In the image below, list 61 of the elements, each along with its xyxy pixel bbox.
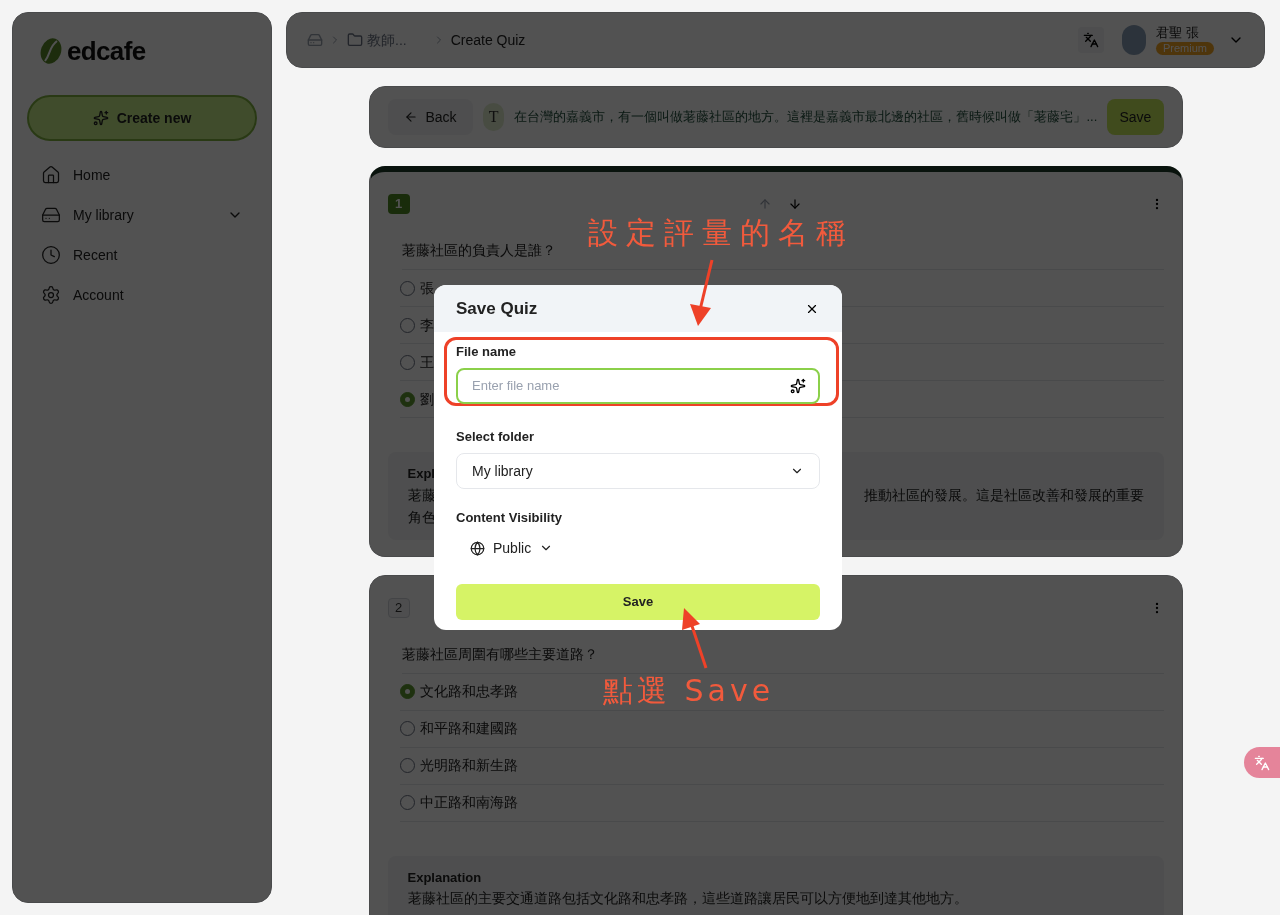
nav-item[interactable]: Recent xyxy=(27,235,257,275)
radio-button[interactable] xyxy=(399,354,415,370)
radio-button[interactable] xyxy=(399,684,415,699)
nav-item[interactable]: Account xyxy=(27,275,257,315)
explanation-title: Expl xyxy=(407,465,435,483)
field-label: Select folder xyxy=(456,427,536,446)
sparkle-icon[interactable] xyxy=(790,377,806,394)
folder-select[interactable]: My library xyxy=(456,453,820,489)
dialog-title: Save Quiz xyxy=(456,297,539,320)
settings-icon xyxy=(41,285,61,305)
radio-button[interactable] xyxy=(399,758,415,773)
option-label: 劉 xyxy=(419,389,434,409)
breadcrumb-current: Create Quiz xyxy=(450,30,526,50)
radio-button[interactable] xyxy=(399,795,415,810)
floating-translate-button[interactable] xyxy=(1244,747,1280,778)
create-new-button[interactable]: Create new xyxy=(27,95,257,141)
nav-item[interactable]: My library xyxy=(27,195,257,235)
question-number: 2 xyxy=(387,597,410,618)
radio-button[interactable] xyxy=(399,317,415,333)
plan-badge: Premium xyxy=(1156,41,1214,55)
clock-icon xyxy=(41,245,61,265)
translate-icon xyxy=(1254,754,1270,771)
translate-button[interactable] xyxy=(1078,27,1104,53)
radio-button[interactable] xyxy=(399,391,415,407)
back-button[interactable]: Back xyxy=(387,99,473,135)
drive-icon xyxy=(41,205,61,225)
save-button[interactable]: Save xyxy=(1107,99,1164,135)
option-label: 張 xyxy=(419,278,434,298)
annotation-text: 點選 Save xyxy=(603,672,775,710)
dialog-save-button[interactable]: Save xyxy=(456,583,820,620)
file-name-field[interactable]: Enter file name xyxy=(456,367,820,404)
globe-icon xyxy=(470,540,485,556)
logo-text: edcafe xyxy=(67,38,146,64)
coffee-bean-icon xyxy=(39,37,63,65)
field-label: Content Visibility xyxy=(456,509,563,527)
explanation-text: 荖藤社區的主要交通道路包括文化路和忠孝路，這些道路讓居民可以方便地到達其他地方。 xyxy=(407,889,968,908)
sparkle-icon xyxy=(92,110,109,126)
nav-item[interactable]: Home xyxy=(27,155,257,195)
question-number: 1 xyxy=(387,194,410,214)
explanation-text: 荖藤 xyxy=(407,485,436,505)
option-label: 和平路和建國路 xyxy=(419,719,518,738)
explanation-text: 推動社區的發展。這是社區改善和發展的重要 xyxy=(863,485,1144,505)
field-label: File name xyxy=(456,343,517,361)
radio-button[interactable] xyxy=(399,721,415,736)
translate-icon xyxy=(1083,32,1099,48)
explanation-text: 角色 xyxy=(407,507,436,527)
explanation-title: Explanation xyxy=(407,868,482,887)
source-badge: T xyxy=(482,103,505,131)
option-label: 文化路和忠孝路 xyxy=(419,682,518,701)
option-label: 光明路和新生路 xyxy=(419,756,518,775)
home-icon xyxy=(41,165,61,185)
user-name: 君聖 張 xyxy=(1156,25,1199,39)
option-label: 中正路和南海路 xyxy=(419,793,518,812)
avatar xyxy=(1122,25,1146,55)
option-label: 王 xyxy=(419,352,434,372)
question-text: 荖藤社區周圍有哪些主要道路？ xyxy=(401,643,1164,674)
radio-button[interactable] xyxy=(399,280,415,296)
visibility-dropdown[interactable]: Public xyxy=(470,537,554,559)
folder-icon xyxy=(347,32,363,48)
option-label: 李 xyxy=(419,315,434,335)
drive-icon[interactable] xyxy=(307,32,323,48)
